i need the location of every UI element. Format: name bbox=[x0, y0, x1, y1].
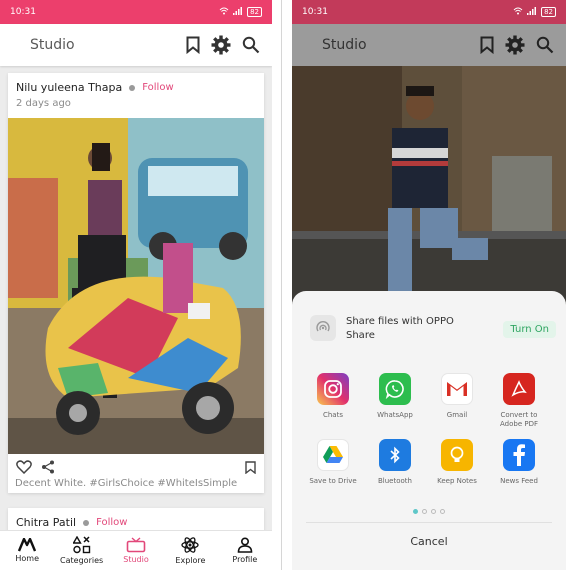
instagram-icon bbox=[317, 373, 349, 405]
separator-dot bbox=[83, 519, 90, 526]
facebook-icon bbox=[503, 439, 535, 471]
nav-categories-label: Categories bbox=[60, 556, 104, 565]
nav-categories[interactable]: Categories bbox=[54, 531, 108, 570]
page-dot-active bbox=[413, 509, 418, 514]
battery-indicator: 82 bbox=[247, 7, 262, 17]
post-author[interactable]: Nilu yuleena Thapa bbox=[16, 81, 122, 94]
battery-indicator: 82 bbox=[541, 7, 556, 17]
oppo-share-text: Share files with OPPO Share bbox=[346, 316, 454, 341]
status-bar: 10:31 82 bbox=[0, 0, 272, 24]
nav-home-label: Home bbox=[15, 554, 40, 563]
status-time: 10:31 bbox=[302, 7, 328, 17]
bottom-nav: Home Categories Studio Explore Profile bbox=[0, 530, 272, 570]
adobe-pdf-icon bbox=[503, 373, 535, 405]
nav-explore-label: Explore bbox=[175, 556, 206, 565]
gear-icon[interactable] bbox=[211, 35, 231, 55]
tv-icon bbox=[126, 537, 146, 553]
oppo-share-row: Share files with OPPO Share Turn On bbox=[310, 315, 556, 343]
nav-explore[interactable]: Explore bbox=[163, 531, 217, 570]
share-sheet: Share files with OPPO Share Turn On Chat… bbox=[292, 291, 566, 570]
nav-home[interactable]: Home bbox=[0, 531, 54, 570]
separator-dot bbox=[129, 84, 136, 91]
post-caption: Decent White. #GirlsChoice #WhiteIsSimpl… bbox=[15, 478, 238, 489]
whatsapp-icon bbox=[379, 373, 411, 405]
right-phone-screen: 10:31 82 Studio Share files with OPPO Sh… bbox=[292, 0, 566, 570]
share-app-adobe-pdf[interactable]: Convert to Adobe PDF bbox=[488, 373, 550, 429]
share-app-news-feed[interactable]: News Feed bbox=[488, 439, 550, 495]
share-icon[interactable] bbox=[41, 459, 55, 478]
share-app-label: Convert to Adobe PDF bbox=[499, 411, 538, 428]
app-bar: Studio bbox=[0, 24, 272, 66]
nav-profile[interactable]: Profile bbox=[218, 531, 272, 570]
bookmark-icon[interactable] bbox=[186, 36, 200, 54]
nav-profile-label: Profile bbox=[232, 555, 258, 564]
share-app-chats[interactable]: Chats bbox=[302, 373, 364, 429]
cancel-button[interactable]: Cancel bbox=[292, 535, 566, 548]
drive-icon bbox=[317, 439, 349, 471]
share-app-label: Bluetooth bbox=[378, 477, 412, 485]
home-logo-icon bbox=[18, 538, 37, 552]
bookmark-icon[interactable] bbox=[480, 36, 494, 54]
page-dot bbox=[431, 509, 436, 514]
page-dot bbox=[440, 509, 445, 514]
share-app-keep-notes[interactable]: Keep Notes bbox=[426, 439, 488, 495]
status-time: 10:31 bbox=[10, 7, 36, 17]
post-actions bbox=[8, 459, 264, 477]
page-dot bbox=[422, 509, 427, 514]
page-title: Studio bbox=[30, 37, 75, 53]
nav-studio[interactable]: Studio bbox=[109, 531, 163, 570]
page-indicator bbox=[292, 509, 566, 514]
gear-icon[interactable] bbox=[505, 35, 525, 55]
turn-on-button[interactable]: Turn On bbox=[503, 321, 556, 338]
wifi-icon bbox=[513, 7, 523, 17]
share-app-grid: Chats WhatsApp Gmail Convert to Adobe PD… bbox=[302, 373, 562, 495]
search-icon[interactable] bbox=[242, 36, 260, 54]
signal-icon bbox=[527, 7, 537, 17]
share-app-label: Keep Notes bbox=[437, 477, 477, 485]
categories-icon bbox=[72, 536, 91, 554]
share-app-whatsapp[interactable]: WhatsApp bbox=[364, 373, 426, 429]
sheet-divider bbox=[306, 522, 552, 523]
page-title: Studio bbox=[322, 37, 367, 53]
nav-studio-label: Studio bbox=[123, 555, 149, 564]
follow-button[interactable]: Follow bbox=[96, 517, 127, 528]
atom-icon bbox=[181, 536, 200, 554]
share-app-bluetooth[interactable]: Bluetooth bbox=[364, 439, 426, 495]
post-author[interactable]: Chitra Patil bbox=[16, 516, 76, 529]
heart-icon[interactable] bbox=[16, 459, 32, 478]
status-icons: 82 bbox=[219, 7, 262, 17]
gmail-icon bbox=[441, 373, 473, 405]
wifi-icon bbox=[219, 7, 229, 17]
share-app-label: Chats bbox=[322, 411, 343, 419]
search-icon[interactable] bbox=[536, 36, 554, 54]
share-app-gmail[interactable]: Gmail bbox=[426, 373, 488, 429]
bookmark-icon[interactable] bbox=[245, 459, 256, 478]
share-app-label: News Feed bbox=[500, 477, 538, 485]
signal-icon bbox=[233, 7, 243, 17]
post-time: 2 days ago bbox=[16, 98, 71, 109]
share-app-label: WhatsApp bbox=[377, 411, 413, 419]
person-icon bbox=[237, 537, 253, 553]
share-app-drive[interactable]: Save to Drive bbox=[302, 439, 364, 495]
screenshot-divider bbox=[281, 0, 282, 570]
post-header: Nilu yuleena Thapa Follow 2 days ago bbox=[8, 73, 264, 118]
post-photo bbox=[292, 66, 566, 326]
keep-notes-icon bbox=[441, 439, 473, 471]
status-bar: 10:31 82 bbox=[292, 0, 566, 24]
post-photo[interactable] bbox=[8, 118, 264, 454]
app-bar: Studio bbox=[292, 24, 566, 66]
share-app-label: Save to Drive bbox=[309, 477, 357, 485]
left-phone-screen: 10:31 82 Studio Nilu yuleena Thapa Follo… bbox=[0, 0, 272, 570]
share-app-label: Gmail bbox=[446, 411, 468, 419]
oppo-share-icon bbox=[310, 315, 336, 341]
status-icons: 82 bbox=[513, 7, 556, 17]
bluetooth-icon bbox=[379, 439, 411, 471]
post-card: Nilu yuleena Thapa Follow 2 days ago Dec… bbox=[8, 73, 264, 493]
follow-button[interactable]: Follow bbox=[142, 82, 173, 93]
